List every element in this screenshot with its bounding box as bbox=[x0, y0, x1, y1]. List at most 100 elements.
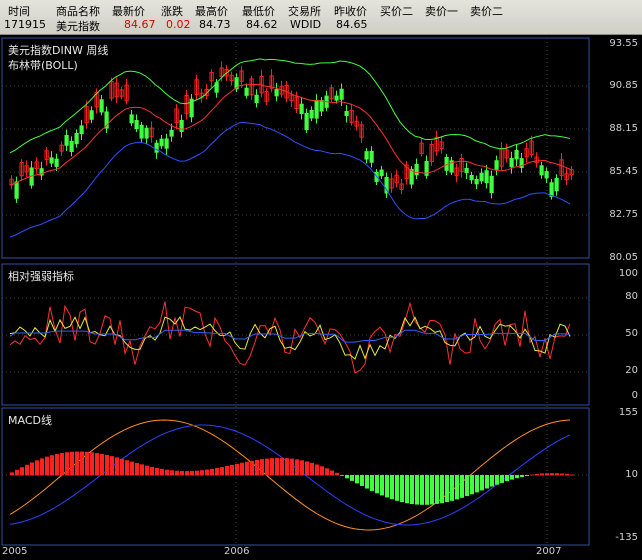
candle-body bbox=[549, 182, 554, 197]
macd-bar bbox=[30, 462, 34, 476]
macd-bar bbox=[420, 475, 424, 505]
candle-body bbox=[169, 129, 174, 137]
macd-bar bbox=[325, 468, 329, 476]
candle-body bbox=[64, 135, 69, 146]
macd-tick: -135 bbox=[615, 532, 638, 543]
macd-bar bbox=[25, 464, 29, 476]
rsi-tick: 0 bbox=[631, 390, 638, 401]
macd-bar bbox=[465, 475, 469, 497]
macd-bar bbox=[35, 460, 39, 476]
macd-bar bbox=[140, 464, 144, 476]
macd-bar bbox=[330, 470, 334, 476]
macd-bar bbox=[195, 470, 199, 476]
macd-bar bbox=[545, 473, 549, 476]
rsi-tick: 80 bbox=[625, 291, 638, 302]
macd-bar bbox=[440, 475, 444, 504]
macd-bar bbox=[110, 456, 114, 476]
x-label: 2006 bbox=[224, 546, 250, 557]
candle-body bbox=[164, 138, 169, 149]
candle-body bbox=[144, 127, 149, 139]
macd-bar bbox=[105, 454, 109, 476]
candle-body bbox=[414, 163, 419, 176]
price-tick: 85.45 bbox=[609, 166, 638, 177]
macd-bar bbox=[550, 473, 554, 476]
macd-bar bbox=[405, 475, 409, 504]
macd-bar bbox=[150, 466, 154, 476]
chart-canvas[interactable] bbox=[0, 0, 642, 560]
candle-body bbox=[244, 87, 249, 96]
macd-bar bbox=[80, 451, 84, 476]
candle-body bbox=[154, 142, 159, 153]
macd-bar bbox=[50, 455, 54, 476]
candle-body bbox=[139, 124, 144, 139]
macd-bar bbox=[425, 475, 429, 505]
price-tick: 88.15 bbox=[609, 123, 638, 134]
x-label: 2007 bbox=[536, 546, 562, 557]
macd-bar bbox=[360, 475, 364, 487]
candle-body bbox=[464, 167, 469, 174]
macd-bar bbox=[170, 470, 174, 476]
macd-bar bbox=[385, 475, 389, 498]
macd-bar bbox=[255, 459, 259, 476]
macd-bar bbox=[485, 475, 489, 489]
macd-bar bbox=[410, 475, 414, 505]
macd-bar bbox=[260, 459, 264, 476]
macd-bar bbox=[430, 475, 434, 505]
macd-bar bbox=[85, 451, 89, 476]
candle-body bbox=[89, 110, 94, 120]
macd-bar bbox=[565, 473, 569, 476]
macd-bar bbox=[135, 463, 139, 476]
candle-body bbox=[364, 151, 369, 160]
candle-body bbox=[469, 174, 474, 181]
macd-bar bbox=[295, 459, 299, 476]
candlestick-series bbox=[9, 61, 574, 203]
macd-bar bbox=[320, 466, 324, 476]
boll-title: 布林带(BOLL) bbox=[8, 59, 78, 72]
candle-body bbox=[334, 95, 339, 101]
macd-bar bbox=[315, 464, 319, 476]
macd-bar bbox=[45, 456, 49, 476]
macd-bar bbox=[145, 465, 149, 476]
macd-bar bbox=[470, 475, 474, 495]
macd-bar bbox=[560, 473, 564, 476]
macd-bar bbox=[270, 458, 274, 476]
x-label: 2005 bbox=[2, 546, 28, 557]
macd-bar bbox=[365, 475, 369, 489]
candle-body bbox=[14, 181, 19, 199]
macd-bar bbox=[265, 458, 269, 476]
price-tick: 82.75 bbox=[609, 209, 638, 220]
macd-bar bbox=[520, 475, 524, 477]
macd-bar bbox=[20, 467, 24, 476]
macd-bar bbox=[515, 475, 519, 479]
macd-bar bbox=[90, 452, 94, 476]
macd-bar bbox=[200, 470, 204, 476]
price-tick: 93.55 bbox=[609, 38, 638, 49]
macd-bar bbox=[40, 458, 44, 476]
macd-bar bbox=[115, 457, 119, 476]
macd-tick: 155 bbox=[618, 407, 638, 418]
candle-body bbox=[254, 94, 259, 103]
candle-body bbox=[514, 150, 519, 160]
macd-bar bbox=[275, 457, 279, 476]
macd-bar bbox=[505, 475, 509, 482]
macd-bar bbox=[490, 475, 494, 487]
macd-bar bbox=[10, 472, 14, 476]
macd-bar bbox=[125, 460, 129, 476]
macd-bar bbox=[400, 475, 404, 503]
macd-bar bbox=[335, 472, 339, 476]
macd-bar bbox=[540, 473, 544, 476]
macd-bar bbox=[230, 464, 234, 476]
candle-body bbox=[49, 157, 54, 164]
macd-bar bbox=[165, 469, 169, 476]
rsi-tick: 20 bbox=[625, 365, 638, 376]
candle-body bbox=[369, 150, 374, 163]
candle-body bbox=[554, 178, 559, 192]
macd-bar bbox=[450, 475, 454, 501]
macd-bar bbox=[340, 475, 344, 476]
macd-bar bbox=[215, 467, 219, 476]
macd-bar bbox=[100, 453, 104, 476]
macd-bar bbox=[55, 453, 59, 476]
macd-bar bbox=[310, 462, 314, 476]
macd-bar bbox=[95, 453, 99, 476]
macd-bar bbox=[535, 473, 539, 476]
